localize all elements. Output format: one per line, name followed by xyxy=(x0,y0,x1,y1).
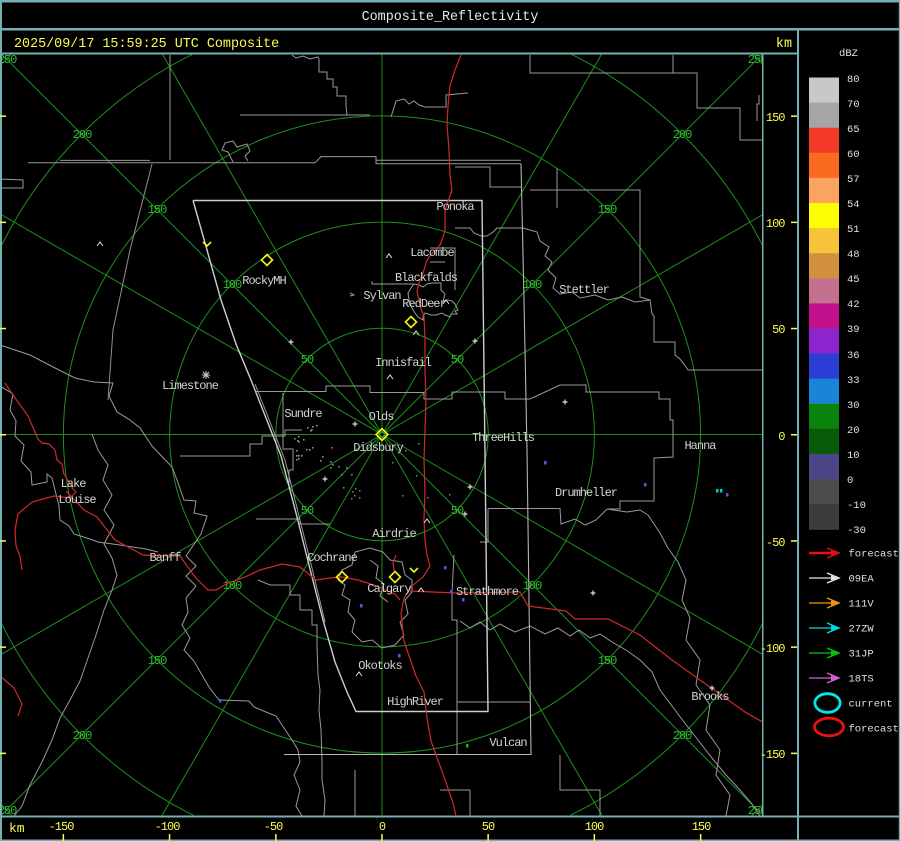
svg-text:RockyMH: RockyMH xyxy=(242,274,286,288)
svg-text:forecast: forecast xyxy=(849,724,899,736)
svg-text:31JP: 31JP xyxy=(849,649,874,661)
svg-text:Strathmore: Strathmore xyxy=(456,585,519,599)
svg-text:Brooks: Brooks xyxy=(691,690,729,704)
svg-text:150: 150 xyxy=(598,203,617,217)
svg-text:27ZW: 27ZW xyxy=(849,624,875,636)
svg-text:50: 50 xyxy=(482,820,495,834)
svg-text:36: 36 xyxy=(847,350,860,362)
svg-text:18TS: 18TS xyxy=(849,674,874,686)
svg-text:50: 50 xyxy=(301,504,314,518)
svg-text:Drumheller: Drumheller xyxy=(555,486,618,500)
svg-text:150: 150 xyxy=(692,820,711,834)
svg-text:Didsbury: Didsbury xyxy=(353,441,403,455)
svg-text:150: 150 xyxy=(148,203,167,217)
svg-text:50: 50 xyxy=(772,323,785,337)
svg-text:km: km xyxy=(776,37,792,52)
svg-text:09EA: 09EA xyxy=(849,574,875,586)
svg-text:200: 200 xyxy=(73,729,92,743)
svg-text:100: 100 xyxy=(523,278,542,292)
svg-text:0: 0 xyxy=(778,430,785,444)
svg-text:Olds: Olds xyxy=(369,410,395,424)
svg-text:Blackfalds: Blackfalds xyxy=(395,271,458,285)
svg-text:50: 50 xyxy=(451,353,464,367)
svg-text:forecast: forecast xyxy=(849,549,899,561)
svg-text:42: 42 xyxy=(847,299,860,311)
svg-text:100: 100 xyxy=(766,217,785,231)
svg-text:Lake: Lake xyxy=(61,477,87,491)
svg-text:50: 50 xyxy=(451,504,464,518)
svg-text:200: 200 xyxy=(673,128,692,142)
svg-text:51: 51 xyxy=(847,224,860,236)
svg-text:dBZ: dBZ xyxy=(839,48,858,60)
svg-text:Sundre: Sundre xyxy=(284,407,322,421)
svg-text:HighRiver: HighRiver xyxy=(387,695,444,709)
svg-text:-100: -100 xyxy=(760,642,786,656)
svg-text:20: 20 xyxy=(847,425,860,437)
svg-text:-30: -30 xyxy=(847,525,866,537)
svg-text:50: 50 xyxy=(301,353,314,367)
svg-text:100: 100 xyxy=(585,820,604,834)
svg-text:Composite_Reflectivity: Composite_Reflectivity xyxy=(362,10,539,25)
svg-text:2025/09/17 15:59:25 UTC Compos: 2025/09/17 15:59:25 UTC Composite xyxy=(14,37,279,52)
svg-text:Innisfail: Innisfail xyxy=(375,356,432,370)
svg-text:Hanna: Hanna xyxy=(684,439,716,453)
svg-text:111V: 111V xyxy=(849,599,875,611)
svg-text:0: 0 xyxy=(847,475,853,487)
svg-text:150: 150 xyxy=(148,654,167,668)
svg-text:Airdrie: Airdrie xyxy=(372,527,416,541)
svg-text:Banff: Banff xyxy=(149,551,181,565)
svg-text:Cochrane: Cochrane xyxy=(307,551,357,565)
svg-text:200: 200 xyxy=(673,729,692,743)
svg-text:57: 57 xyxy=(847,174,860,186)
svg-text:39: 39 xyxy=(847,324,860,336)
svg-text:65: 65 xyxy=(847,124,860,136)
svg-text:45: 45 xyxy=(847,274,860,286)
svg-text:RedDeer: RedDeer xyxy=(402,297,446,311)
svg-text:60: 60 xyxy=(847,149,860,161)
svg-text:80: 80 xyxy=(847,74,860,86)
svg-text:Louise: Louise xyxy=(58,493,96,507)
svg-text:current: current xyxy=(849,699,893,711)
svg-text:Sylvan: Sylvan xyxy=(363,289,401,303)
svg-text:-50: -50 xyxy=(264,820,283,834)
svg-text:Calgary: Calgary xyxy=(367,582,411,596)
svg-text:150: 150 xyxy=(766,111,785,125)
svg-text:Limestone: Limestone xyxy=(162,379,219,393)
svg-text:km: km xyxy=(9,821,25,836)
svg-text:Okotoks: Okotoks xyxy=(358,659,402,673)
svg-text:-50: -50 xyxy=(766,536,785,550)
svg-text:Lacombe: Lacombe xyxy=(410,246,454,260)
svg-text:Ponoka: Ponoka xyxy=(436,200,474,214)
svg-text:10: 10 xyxy=(847,450,860,462)
svg-text:100: 100 xyxy=(223,278,242,292)
svg-text:48: 48 xyxy=(847,249,860,261)
svg-text:0: 0 xyxy=(379,820,386,834)
svg-text:33: 33 xyxy=(847,375,860,387)
svg-text:-150: -150 xyxy=(49,820,75,834)
svg-text:100: 100 xyxy=(523,579,542,593)
svg-text:200: 200 xyxy=(73,128,92,142)
svg-text:250: 250 xyxy=(0,53,17,67)
svg-text:30: 30 xyxy=(847,400,860,412)
svg-text:150: 150 xyxy=(598,654,617,668)
svg-text:54: 54 xyxy=(847,199,860,211)
svg-text:Vulcan: Vulcan xyxy=(489,736,527,750)
svg-text:-150: -150 xyxy=(760,748,786,762)
svg-text:Stettler: Stettler xyxy=(559,283,609,297)
svg-text:-100: -100 xyxy=(155,820,181,834)
svg-text:70: 70 xyxy=(847,99,860,111)
svg-text:-10: -10 xyxy=(847,500,866,512)
svg-text:ThreeHills: ThreeHills xyxy=(472,431,535,445)
